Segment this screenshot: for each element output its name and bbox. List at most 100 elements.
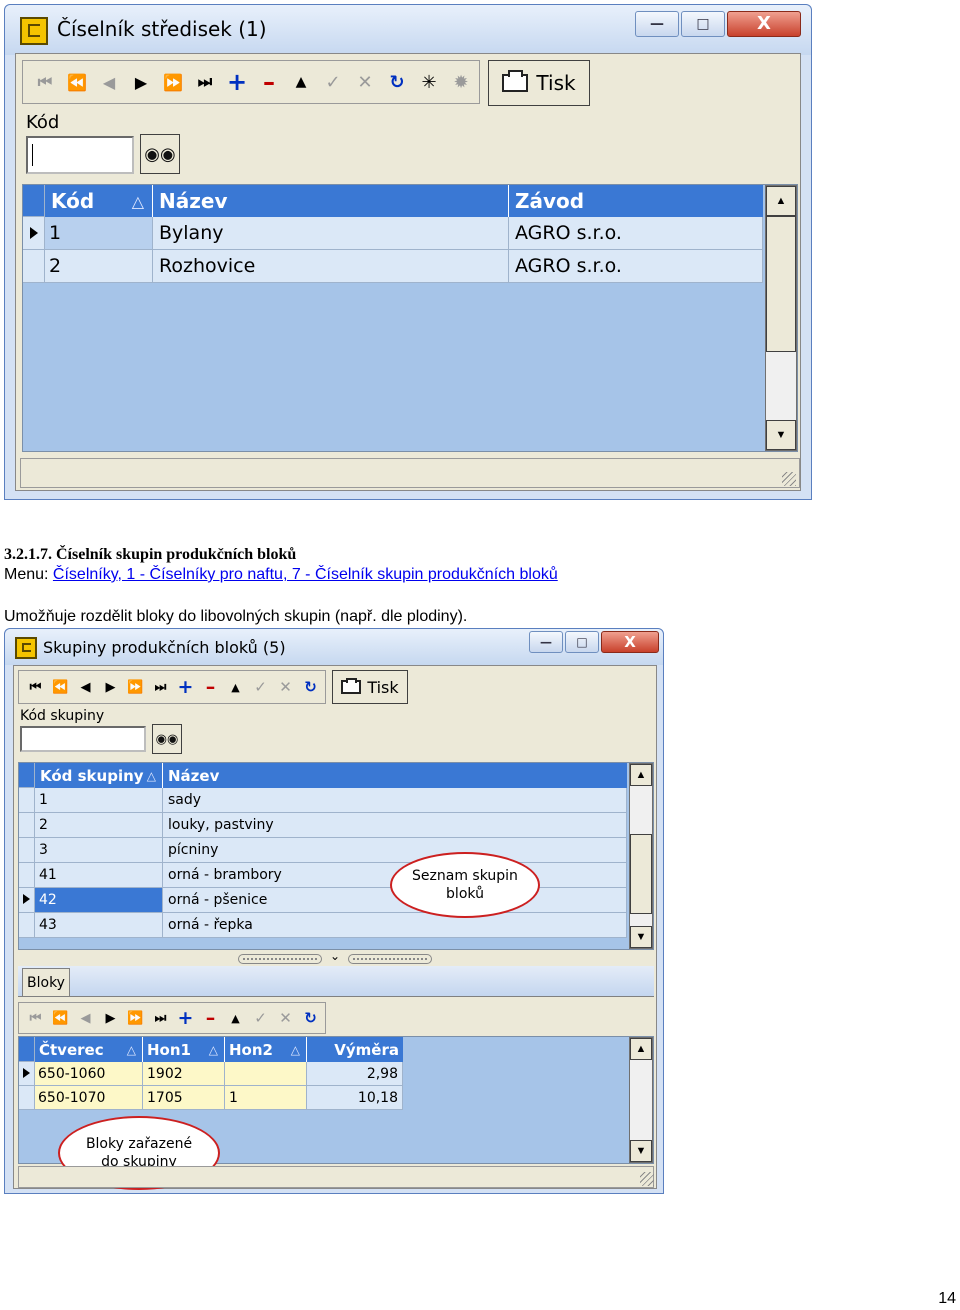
next-page-icon[interactable]: ⏩ (123, 680, 148, 695)
delete-record-icon[interactable]: – (198, 1007, 223, 1029)
row-indicator[interactable] (19, 913, 35, 938)
next-page-icon[interactable]: ⏩ (157, 73, 189, 92)
panel-splitter[interactable]: ⌄ (18, 949, 654, 966)
table-row-cell-vymera[interactable]: 10,18 (307, 1086, 403, 1110)
prev-page-icon[interactable]: ⏪ (61, 73, 93, 92)
column-header-nazev[interactable]: Název (163, 763, 627, 788)
add-record-icon[interactable]: + (173, 1007, 198, 1029)
row-indicator[interactable] (19, 888, 35, 913)
table-row-cell-vymera[interactable]: 2,98 (307, 1062, 403, 1086)
grid-vertical-scrollbar[interactable]: ▲ ▼ (765, 185, 797, 451)
close-button[interactable]: X (727, 11, 801, 37)
tab-bloky[interactable]: Bloky (22, 968, 70, 996)
table-row-cell-nazev[interactable]: Bylany (153, 217, 509, 250)
prev-record-icon[interactable]: ◀ (93, 73, 125, 92)
row-indicator[interactable] (23, 217, 45, 250)
scroll-thumb[interactable] (766, 216, 796, 352)
special-sun-icon[interactable]: ✹ (445, 72, 477, 93)
table-row-cell-hon2[interactable] (225, 1062, 307, 1086)
grid-vertical-scrollbar[interactable]: ▲ ▼ (629, 763, 653, 949)
column-header-kod[interactable]: Kód △ (45, 185, 153, 217)
table-row-cell-zavod[interactable]: AGRO s.r.o. (509, 217, 763, 250)
refresh-icon[interactable]: ↻ (298, 678, 323, 696)
table-row-cell-kod[interactable]: 41 (35, 863, 163, 888)
row-indicator[interactable] (19, 863, 35, 888)
next-record-icon[interactable]: ▶ (125, 73, 157, 92)
table-row-cell-nazev[interactable]: orná - řepka (163, 913, 627, 938)
next-record-icon[interactable]: ▶ (98, 1011, 123, 1026)
table-row-cell-hon2[interactable]: 1 (225, 1086, 307, 1110)
last-record-icon[interactable]: ⏭ (148, 680, 173, 695)
column-header-hon2[interactable]: Hon2 △ (225, 1037, 307, 1062)
table-row-cell-nazev[interactable]: louky, pastviny (163, 813, 627, 838)
maximize-button[interactable]: □ (565, 631, 599, 653)
cancel-edit-icon[interactable]: ✕ (273, 1009, 298, 1027)
table-row-cell-nazev[interactable]: Rozhovice (153, 250, 509, 283)
scroll-thumb[interactable] (630, 1060, 652, 1110)
post-record-icon[interactable]: ✓ (248, 1009, 273, 1027)
next-page-icon[interactable]: ⏩ (123, 1011, 148, 1026)
column-header-hon1[interactable]: Hon1 △ (143, 1037, 225, 1062)
table-row-cell-zavod[interactable]: AGRO s.r.o. (509, 250, 763, 283)
code-filter-input[interactable] (26, 136, 134, 174)
print-button[interactable]: Tisk (488, 60, 590, 106)
table-row-cell-kod[interactable]: 1 (35, 788, 163, 813)
column-header-zavod[interactable]: Závod (509, 185, 763, 217)
table-row-cell-kod[interactable]: 2 (35, 813, 163, 838)
refresh-icon[interactable]: ↻ (298, 1009, 323, 1027)
table-row-cell-hon1[interactable]: 1902 (143, 1062, 225, 1086)
minimize-button[interactable]: — (529, 631, 563, 653)
table-row-cell-hon1[interactable]: 1705 (143, 1086, 225, 1110)
last-record-icon[interactable]: ⏭ (148, 1011, 173, 1026)
grid-vertical-scrollbar[interactable]: ▲ ▼ (629, 1037, 653, 1163)
row-indicator[interactable] (23, 250, 45, 283)
prev-record-icon[interactable]: ◀ (73, 1011, 98, 1026)
first-record-icon[interactable]: ⏮ (23, 1011, 48, 1026)
next-record-icon[interactable]: ▶ (98, 680, 123, 695)
print-button[interactable]: Tisk (332, 670, 408, 704)
table-row-cell-ctverec[interactable]: 650-1060 (35, 1062, 143, 1086)
scroll-thumb[interactable] (630, 834, 652, 914)
row-indicator[interactable] (19, 788, 35, 813)
cancel-edit-icon[interactable]: ✕ (273, 678, 298, 696)
prev-record-icon[interactable]: ◀ (73, 680, 98, 695)
edit-record-icon[interactable]: ▲ (223, 681, 248, 694)
column-header-nazev[interactable]: Název (153, 185, 509, 217)
resize-grip-icon[interactable] (640, 1172, 654, 1186)
table-row-cell-nazev[interactable]: sady (163, 788, 627, 813)
splitter-chevron-icon[interactable]: ⌄ (330, 949, 340, 963)
table-row-cell-kod-selected[interactable]: 42 (35, 888, 163, 913)
row-indicator[interactable] (19, 1086, 35, 1110)
table-row-cell-kod[interactable]: 1 (45, 217, 153, 250)
row-indicator[interactable] (19, 813, 35, 838)
scroll-down-button[interactable]: ▼ (766, 420, 796, 450)
edit-record-icon[interactable]: ▲ (223, 1012, 248, 1025)
special-star-icon[interactable]: ✳ (413, 72, 445, 93)
scroll-up-button[interactable]: ▲ (630, 764, 652, 786)
menu-path-link[interactable]: Číselníky, 1 - Číselníky pro naftu, 7 - … (53, 566, 558, 583)
add-record-icon[interactable]: + (173, 676, 198, 698)
table-row-cell-kod[interactable]: 43 (35, 913, 163, 938)
refresh-icon[interactable]: ↻ (381, 72, 413, 93)
cancel-edit-icon[interactable]: ✕ (349, 72, 381, 93)
minimize-button[interactable]: — (635, 11, 679, 37)
table-row-cell-ctverec[interactable]: 650-1070 (35, 1086, 143, 1110)
maximize-button[interactable]: □ (681, 11, 725, 37)
first-record-icon[interactable]: ⏮ (23, 680, 48, 695)
scroll-up-button[interactable]: ▲ (630, 1038, 652, 1060)
row-indicator[interactable] (19, 838, 35, 863)
edit-record-icon[interactable]: ▲ (285, 74, 317, 90)
post-record-icon[interactable]: ✓ (317, 72, 349, 93)
find-button[interactable]: ◉◉ (152, 724, 182, 754)
prev-page-icon[interactable]: ⏪ (48, 680, 73, 695)
scroll-down-button[interactable]: ▼ (630, 926, 652, 948)
delete-record-icon[interactable]: – (253, 68, 285, 96)
row-indicator[interactable] (19, 1062, 35, 1086)
column-header-ctverec[interactable]: Čtverec △ (35, 1037, 143, 1062)
table-row-cell-kod[interactable]: 3 (35, 838, 163, 863)
close-button[interactable]: X (601, 631, 659, 653)
add-record-icon[interactable]: + (221, 68, 253, 96)
table-row-cell-kod[interactable]: 2 (45, 250, 153, 283)
scroll-down-button[interactable]: ▼ (630, 1140, 652, 1162)
group-code-filter-input[interactable] (20, 726, 146, 752)
